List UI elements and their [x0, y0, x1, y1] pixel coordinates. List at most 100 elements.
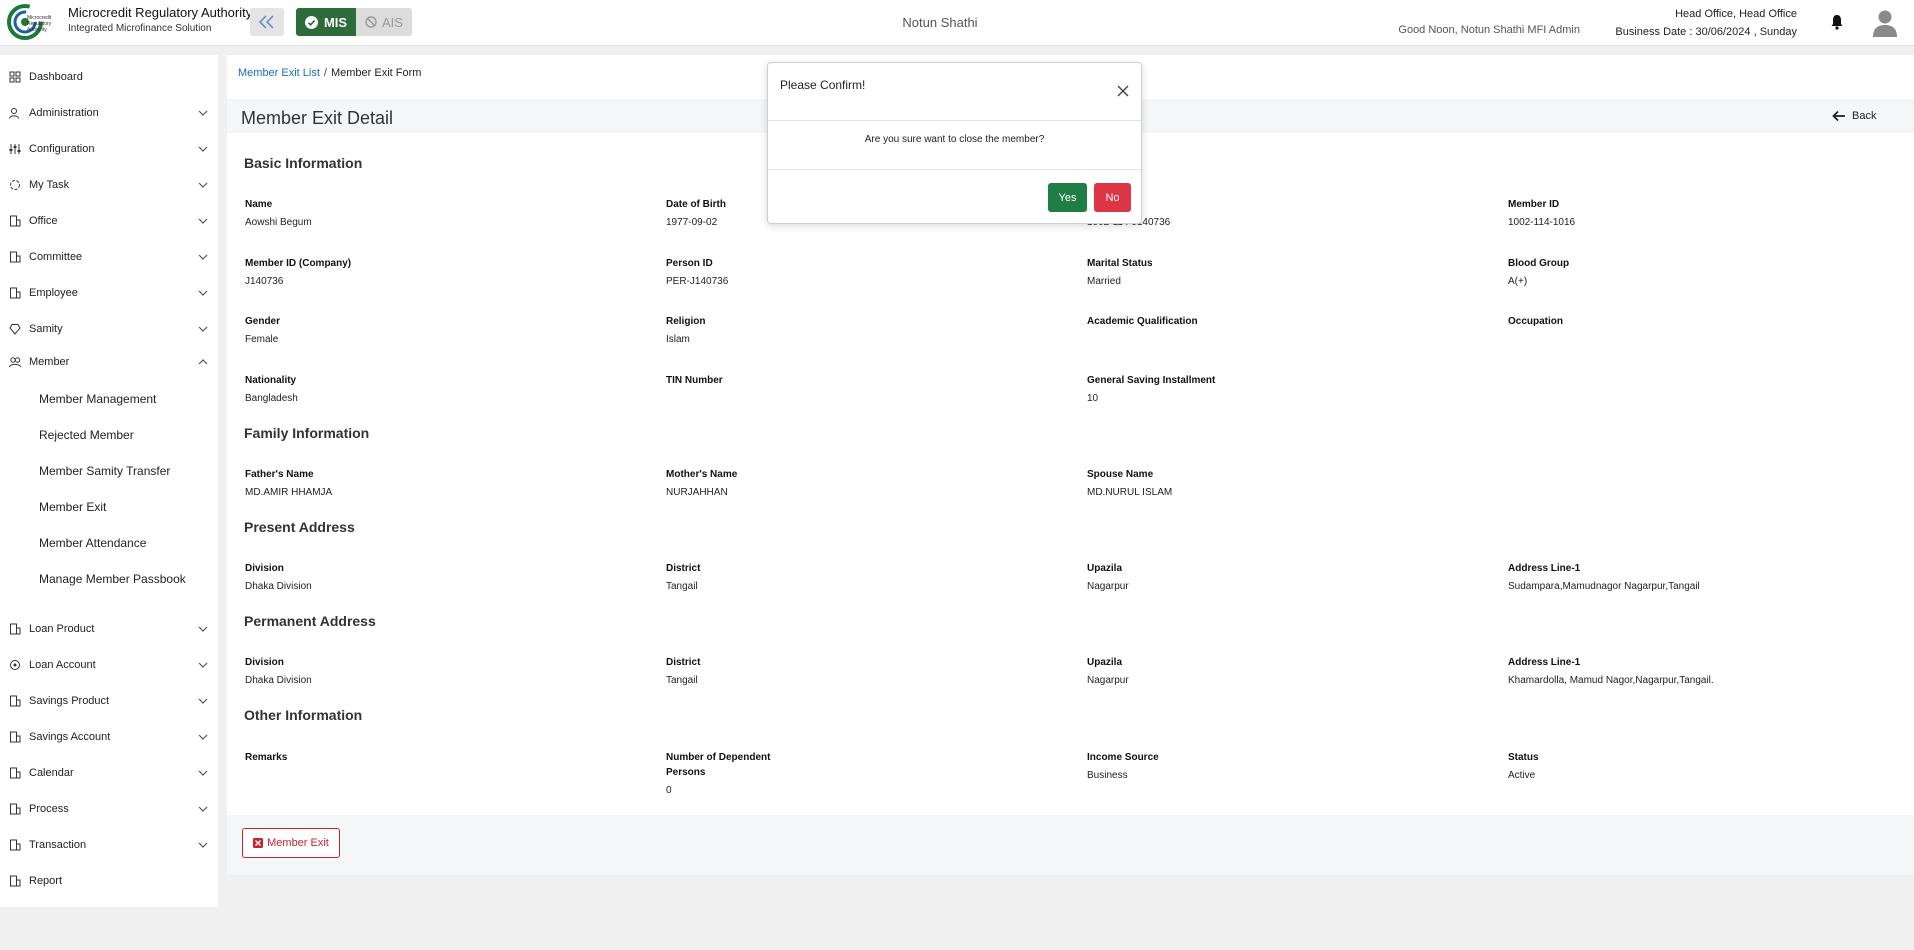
sidebar-subitem-member-samity-transfer[interactable]: Member Samity Transfer	[39, 464, 170, 478]
chevron-down-icon	[198, 290, 208, 296]
dialog-title: Please Confirm!	[780, 78, 866, 92]
field-label: Member ID (Company)	[245, 258, 352, 269]
field-member-id-company: Member ID (Company) J140736	[245, 256, 645, 289]
breadcrumb-link-member-exit-list[interactable]: Member Exit List	[238, 67, 320, 79]
field-label: Nationality	[245, 375, 297, 386]
sidebar-item-calendar[interactable]: Calendar	[0, 758, 218, 788]
chevron-down-icon	[198, 110, 208, 116]
sidebar-subitem-member-attendance[interactable]: Member Attendance	[39, 536, 146, 550]
sidebar-item-label: My Task	[29, 179, 70, 191]
sidebar: Dashboard Administration Configuration M…	[0, 55, 218, 907]
notification-bell-icon[interactable]	[1830, 14, 1844, 33]
field-label: Remarks	[245, 752, 288, 763]
field-religion: Religion Islam	[666, 314, 1066, 347]
user-greeting: Good Noon, Notun Shathi MFI Admin	[1398, 24, 1580, 36]
sidebar-item-label: Savings Account	[29, 731, 111, 743]
sidebar-item-label: Committee	[29, 251, 83, 263]
mode-ais-label: AIS	[382, 14, 403, 30]
ban-icon	[365, 16, 377, 28]
sliders-icon	[9, 144, 21, 154]
sidebar-item-committee[interactable]: Committee	[0, 242, 218, 272]
breadcrumb-current: Member Exit Form	[330, 67, 422, 79]
sidebar-item-member[interactable]: Member	[0, 347, 218, 377]
section-title-permanent-address: Permanent Address	[244, 613, 376, 629]
field-value: Tangail	[666, 675, 698, 686]
mode-mis-button[interactable]: MIS	[296, 8, 356, 36]
field-value: Nagarpur	[1087, 675, 1129, 686]
sidebar-item-savings-account[interactable]: Savings Account	[0, 722, 218, 752]
member-exit-label: Member Exit	[267, 837, 329, 849]
office-info: Head Office, Head Office Business Date :…	[1600, 5, 1797, 41]
field-permanent-division: Division Dhaka Division	[245, 655, 645, 688]
sidebar-item-employee[interactable]: Employee	[0, 278, 218, 308]
sidebar-collapse-button[interactable]	[250, 8, 284, 36]
yes-button[interactable]: Yes	[1048, 183, 1087, 212]
sidebar-subitem-rejected-member[interactable]: Rejected Member	[39, 428, 134, 442]
chevron-up-icon	[198, 359, 208, 365]
sidebar-item-samity[interactable]: Samity	[0, 314, 218, 344]
chevron-down-icon	[198, 326, 208, 332]
sidebar-item-label: Report	[29, 875, 63, 887]
field-permanent-address-line-1: Address Line-1 Khamardolla, Mamud Nagor,N…	[1508, 655, 1908, 688]
sidebar-item-label: Loan Product	[29, 623, 95, 635]
close-icon[interactable]	[1117, 85, 1129, 100]
confirm-dialog: Please Confirm! Are you sure want to clo…	[767, 62, 1142, 224]
field-value: NURJAHHAN	[666, 487, 728, 498]
field-label: Gender	[245, 316, 281, 327]
process-icon	[10, 803, 21, 815]
mode-mis-label: MIS	[323, 14, 348, 30]
sidebar-item-dashboard[interactable]: Dashboard	[0, 62, 218, 92]
double-chevron-left-icon	[258, 15, 274, 29]
sidebar-item-loan-account[interactable]: Loan Account	[0, 650, 218, 680]
member-icon	[9, 357, 21, 368]
field-spouse-name: Spouse Name MD.NURUL ISLAM	[1087, 467, 1487, 500]
sidebar-item-my-task[interactable]: My Task	[0, 170, 218, 200]
field-label: Status	[1508, 752, 1539, 763]
sidebar-item-process[interactable]: Process	[0, 794, 218, 824]
field-mothers-name: Mother's Name NURJAHHAN	[666, 467, 1066, 500]
action-footer	[227, 815, 1914, 875]
sidebar-subitem-member-management[interactable]: Member Management	[39, 392, 156, 406]
transaction-icon	[10, 839, 21, 851]
back-button[interactable]: Back	[1832, 110, 1876, 122]
savings-account-icon	[10, 731, 21, 743]
field-label: Blood Group	[1508, 258, 1570, 269]
member-exit-button[interactable]: Member Exit	[242, 828, 340, 858]
sidebar-item-administration[interactable]: Administration	[0, 98, 218, 128]
logo-caption: Microcredit Regulatory Authority	[27, 15, 52, 33]
sidebar-item-label: Loan Account	[29, 659, 96, 671]
sidebar-item-savings-product[interactable]: Savings Product	[0, 686, 218, 716]
field-label: Division	[245, 563, 284, 574]
field-academic-qualification: Academic Qualification	[1087, 314, 1487, 332]
field-person-id: Person ID PER-J140736	[666, 256, 1066, 289]
field-member-id: Member ID 1002-114-1016	[1508, 197, 1908, 230]
mode-ais-button[interactable]: AIS	[356, 8, 412, 36]
sidebar-item-transaction[interactable]: Transaction	[0, 830, 218, 860]
user-avatar[interactable]	[1872, 9, 1898, 40]
user-admin-icon	[9, 108, 19, 119]
field-gender: Gender Female	[245, 314, 645, 347]
no-button[interactable]: No	[1094, 183, 1131, 212]
chevron-down-icon	[198, 734, 208, 740]
field-label: Upazila	[1087, 563, 1123, 574]
mra-logo: Microcredit Regulatory Authority	[7, 3, 63, 41]
sidebar-item-office[interactable]: Office	[0, 206, 218, 236]
org-title: Microcredit Regulatory Authority	[68, 5, 253, 20]
breadcrumb-separator: /	[323, 67, 327, 79]
org-subtitle: Integrated Microfinance Solution	[68, 23, 212, 34]
section-title-present-address: Present Address	[244, 519, 355, 535]
sidebar-item-loan-product[interactable]: Loan Product	[0, 614, 218, 644]
field-label: Spouse Name	[1087, 469, 1154, 480]
field-label: Address Line-1	[1508, 563, 1581, 574]
field-label: District	[666, 657, 701, 668]
samity-icon	[9, 324, 21, 335]
sidebar-subitem-member-exit[interactable]: Member Exit	[39, 500, 106, 514]
sidebar-item-configuration[interactable]: Configuration	[0, 134, 218, 164]
field-value: Business	[1087, 770, 1128, 781]
field-value: Married	[1087, 276, 1121, 287]
field-value: Active	[1508, 770, 1536, 781]
sidebar-subitem-manage-member-passbook[interactable]: Manage Member Passbook	[39, 572, 186, 586]
sidebar-item-report[interactable]: Report	[0, 866, 218, 896]
field-label: District	[666, 563, 701, 574]
field-dependent-persons: Number of Dependent Persons 0	[666, 750, 786, 798]
